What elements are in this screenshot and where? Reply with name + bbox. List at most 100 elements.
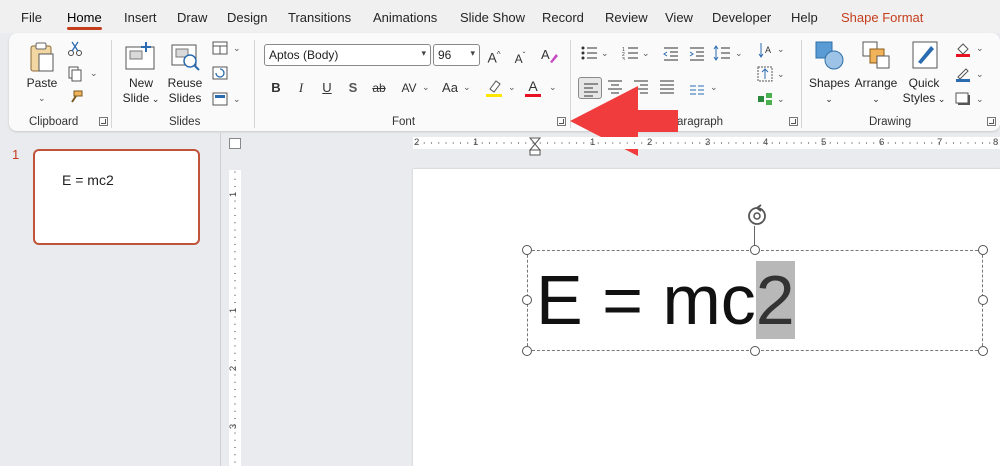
horizontal-ruler[interactable]: 2 1 1 2 3 4 5 6 7 8 xyxy=(413,137,1000,149)
resize-handle-bottom-left[interactable] xyxy=(522,346,532,356)
chevron-down-icon[interactable]: ⌄ xyxy=(710,82,718,93)
clipboard-dialog-launcher[interactable] xyxy=(99,117,108,126)
tab-slide-show[interactable]: Slide Show xyxy=(460,10,525,25)
tab-developer[interactable]: Developer xyxy=(712,10,771,25)
ruler-tab-selector[interactable] xyxy=(229,138,241,149)
reset-slide-icon[interactable] xyxy=(212,66,228,85)
new-slide-button[interactable]: New Slide ⌄ xyxy=(121,76,161,107)
resize-handle-bottom-right[interactable] xyxy=(978,346,988,356)
chevron-down-icon[interactable]: ⌄ xyxy=(601,48,609,59)
clear-formatting-icon[interactable]: A xyxy=(540,46,558,69)
shadow-button[interactable]: S xyxy=(343,78,363,98)
chevron-down-icon[interactable]: ⌄ xyxy=(777,94,785,105)
change-case-button[interactable]: Aa xyxy=(438,78,462,98)
new-slide-icon[interactable] xyxy=(124,41,156,76)
rotate-handle-icon[interactable] xyxy=(744,204,770,235)
chevron-down-icon[interactable]: ⌄ xyxy=(777,69,785,80)
grow-font-button[interactable]: A^ xyxy=(484,45,504,66)
chevron-down-icon[interactable]: ⌄ xyxy=(976,94,984,105)
resize-handle-bottom[interactable] xyxy=(750,346,760,356)
chevron-down-icon[interactable]: ⌄ xyxy=(735,48,743,59)
chevron-down-icon[interactable]: ⌄ xyxy=(90,68,98,79)
highlight-color-icon[interactable] xyxy=(484,78,504,103)
arrange-icon[interactable] xyxy=(861,40,891,77)
format-painter-icon[interactable] xyxy=(67,90,83,111)
paragraph-dialog-launcher[interactable] xyxy=(789,117,798,126)
resize-handle-top-right[interactable] xyxy=(978,245,988,255)
drawing-dialog-launcher[interactable] xyxy=(987,117,996,126)
font-size-select[interactable]: 96 ▾ xyxy=(433,44,480,66)
shapes-icon[interactable] xyxy=(814,40,844,77)
tab-animations[interactable]: Animations xyxy=(373,10,437,25)
numbering-icon[interactable]: 123 xyxy=(622,46,638,65)
caret-up-icon: ^ xyxy=(496,50,501,59)
reuse-slides-icon[interactable] xyxy=(170,41,202,76)
tab-record[interactable]: Record xyxy=(542,10,584,25)
chevron-down-icon[interactable]: ⌄ xyxy=(463,82,471,93)
cut-icon[interactable] xyxy=(67,40,83,61)
slide-thumbnail[interactable]: E = mc2 xyxy=(33,149,200,245)
shape-outline-icon[interactable] xyxy=(955,66,971,87)
chevron-down-icon[interactable]: ⌄ xyxy=(549,82,557,93)
line-spacing-icon[interactable] xyxy=(713,45,731,66)
text-direction-icon[interactable]: A xyxy=(757,41,773,64)
tab-help[interactable]: Help xyxy=(791,10,818,25)
resize-handle-top[interactable] xyxy=(750,245,760,255)
character-spacing-button[interactable]: AV xyxy=(397,78,421,98)
tab-insert[interactable]: Insert xyxy=(124,10,157,25)
shrink-font-button[interactable]: Aˇ xyxy=(510,46,530,66)
chevron-down-icon[interactable]: ⌄ xyxy=(777,44,785,55)
bullets-icon[interactable] xyxy=(581,46,597,65)
layout-icon[interactable] xyxy=(212,41,228,60)
arrange-button[interactable]: Arrange ⌄ xyxy=(853,76,899,107)
copy-icon[interactable] xyxy=(67,66,83,87)
font-family-select[interactable]: Aptos (Body) ▾ xyxy=(264,44,431,66)
ruler-number: 3 xyxy=(705,137,711,148)
shape-fill-icon[interactable] xyxy=(955,41,971,62)
decrease-indent-icon[interactable] xyxy=(663,47,679,66)
shape-effects-icon[interactable] xyxy=(955,92,971,111)
chevron-down-icon[interactable]: ⌄ xyxy=(508,82,516,93)
resize-handle-left[interactable] xyxy=(522,295,532,305)
tab-draw[interactable]: Draw xyxy=(177,10,207,25)
columns-icon[interactable] xyxy=(689,82,705,100)
reuse-slides-button[interactable]: Reuse Slides xyxy=(166,76,204,106)
chevron-down-icon[interactable]: ⌄ xyxy=(642,48,650,59)
tab-transitions[interactable]: Transitions xyxy=(288,10,351,25)
tab-view[interactable]: View xyxy=(665,10,693,25)
bold-button[interactable]: B xyxy=(266,78,286,98)
tab-design[interactable]: Design xyxy=(227,10,267,25)
selected-superscript-candidate[interactable]: 2 xyxy=(755,261,795,339)
paste-button[interactable]: Paste xyxy=(25,76,59,91)
chevron-down-icon[interactable]: ⌄ xyxy=(976,69,984,80)
tab-shape-format[interactable]: Shape Format xyxy=(841,10,923,25)
chevron-down-icon[interactable]: ⌄ xyxy=(422,82,430,93)
section-icon[interactable] xyxy=(212,92,228,111)
chevron-down-icon[interactable]: ⌄ xyxy=(976,43,984,54)
quick-styles-button[interactable]: Quick Styles ⌄ xyxy=(902,76,946,107)
chevron-down-icon[interactable]: ⌄ xyxy=(233,94,241,105)
chevron-down-icon[interactable]: ⌄ xyxy=(233,43,241,54)
equation-text[interactable]: E = mc2 xyxy=(536,257,795,343)
quick-styles-icon[interactable] xyxy=(911,40,941,77)
increase-indent-icon[interactable] xyxy=(689,47,705,66)
resize-handle-top-left[interactable] xyxy=(522,245,532,255)
chevron-down-icon[interactable]: ⌄ xyxy=(38,93,46,104)
group-separator xyxy=(254,40,255,128)
tab-review[interactable]: Review xyxy=(605,10,648,25)
resize-handle-right[interactable] xyxy=(978,295,988,305)
italic-button[interactable]: I xyxy=(291,78,311,98)
underline-button[interactable]: U xyxy=(317,78,337,98)
font-dialog-launcher[interactable] xyxy=(557,117,566,126)
indent-marker-icon[interactable] xyxy=(528,137,542,162)
strikethrough-button[interactable]: ab xyxy=(369,78,389,98)
smartart-icon[interactable] xyxy=(757,92,773,111)
paste-icon[interactable] xyxy=(28,41,56,78)
align-text-icon[interactable] xyxy=(757,66,773,87)
shapes-button[interactable]: Shapes ⌄ xyxy=(809,76,850,107)
group-separator xyxy=(111,40,112,128)
tab-home[interactable]: Home xyxy=(67,10,102,30)
tab-file[interactable]: File xyxy=(21,10,42,25)
font-color-button[interactable]: A xyxy=(523,76,543,96)
vertical-ruler[interactable]: 1 1 2 3 xyxy=(228,170,241,466)
